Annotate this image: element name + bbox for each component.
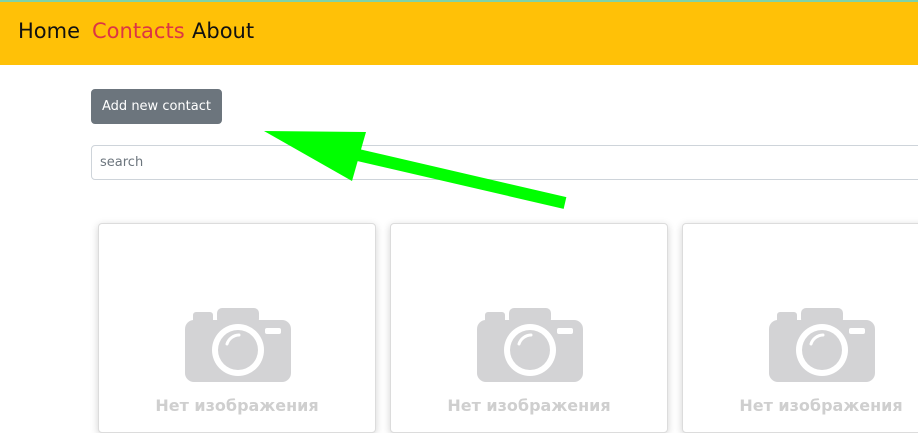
contact-card[interactable]: Нет изображения [98, 223, 376, 433]
nav-home-link[interactable]: Home [18, 18, 80, 44]
contact-card[interactable]: Нет изображения [682, 223, 918, 433]
nav-about-link[interactable]: About [192, 18, 254, 44]
camera-icon [477, 308, 583, 382]
contact-card[interactable]: Нет изображения [390, 223, 668, 433]
camera-icon [185, 308, 291, 382]
add-new-contact-button[interactable]: Add new contact [91, 89, 222, 124]
camera-icon [769, 308, 875, 382]
nav-contacts-link[interactable]: Contacts [92, 18, 185, 44]
no-image-label: Нет изображения [155, 396, 319, 415]
no-image-label: Нет изображения [739, 396, 903, 415]
search-input[interactable] [91, 145, 918, 180]
navbar: Home Contacts About [0, 2, 918, 65]
no-image-label: Нет изображения [447, 396, 611, 415]
